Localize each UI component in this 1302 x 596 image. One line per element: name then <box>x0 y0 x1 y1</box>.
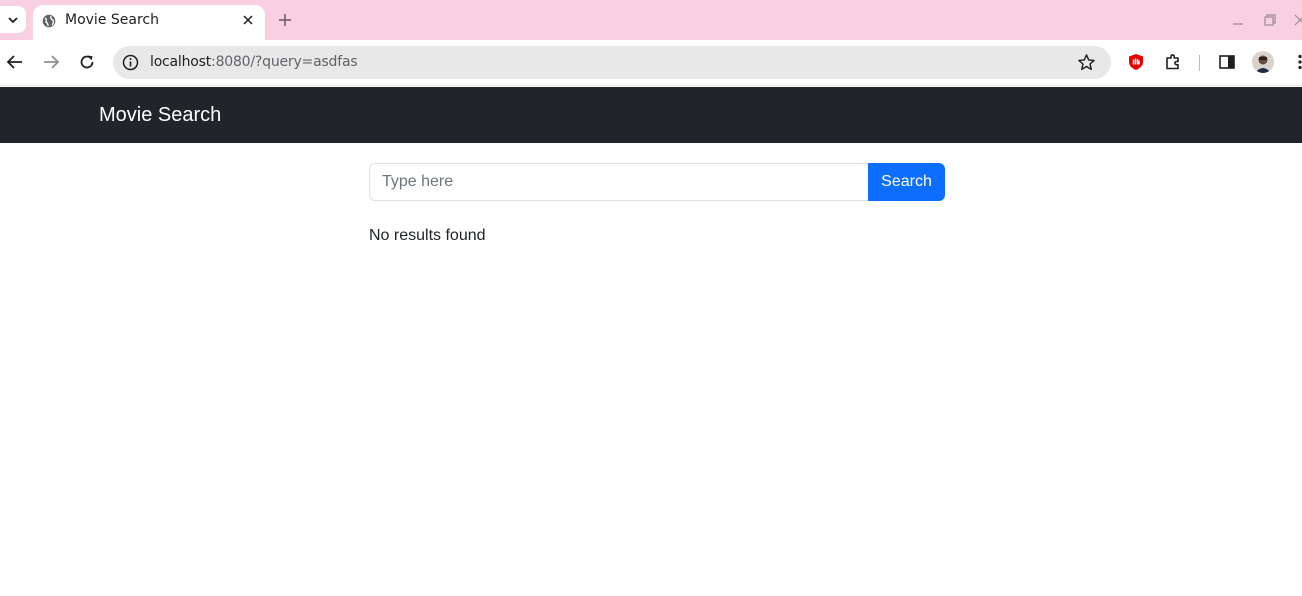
address-bar[interactable]: localhost:8080/?query=asdfas <box>113 46 1111 79</box>
tab-strip: Movie Search <box>0 0 1302 40</box>
minimize-icon[interactable] <box>1232 14 1244 26</box>
side-panel-icon[interactable] <box>1218 53 1236 71</box>
search-form: Search <box>369 163 945 201</box>
back-arrow-icon[interactable] <box>6 53 24 71</box>
no-results-message: No results found <box>369 227 486 244</box>
tab-search-button[interactable] <box>0 6 26 33</box>
chevron-down-icon <box>8 16 18 23</box>
url-host: localhost <box>150 54 212 70</box>
globe-icon <box>42 14 56 28</box>
url-text: localhost:8080/?query=asdfas <box>150 54 358 70</box>
search-input[interactable] <box>369 163 868 201</box>
star-icon[interactable] <box>1077 53 1096 72</box>
puzzle-icon[interactable] <box>1164 53 1182 71</box>
close-window-icon[interactable] <box>1294 14 1302 26</box>
search-button[interactable]: Search <box>868 163 945 201</box>
plus-icon[interactable] <box>277 12 293 28</box>
toolbar-separator <box>1199 55 1200 71</box>
extension-shield-icon[interactable] <box>1127 53 1145 71</box>
close-icon[interactable] <box>241 13 255 27</box>
browser-toolbar: localhost:8080/?query=asdfas <box>0 40 1302 86</box>
kebab-menu-icon[interactable] <box>1291 53 1302 71</box>
avatar[interactable] <box>1252 51 1274 73</box>
url-rest: :8080/?query=asdfas <box>211 54 358 70</box>
profile-picture <box>1255 55 1271 73</box>
navbar-brand[interactable]: Movie Search <box>99 104 221 127</box>
navbar: Movie Search <box>0 87 1302 143</box>
browser-tab[interactable]: Movie Search <box>33 5 265 40</box>
forward-arrow-icon[interactable] <box>42 53 60 71</box>
info-icon[interactable] <box>122 54 139 71</box>
tab-title: Movie Search <box>65 12 159 28</box>
restore-icon[interactable] <box>1264 14 1276 26</box>
reload-icon[interactable] <box>78 53 96 71</box>
